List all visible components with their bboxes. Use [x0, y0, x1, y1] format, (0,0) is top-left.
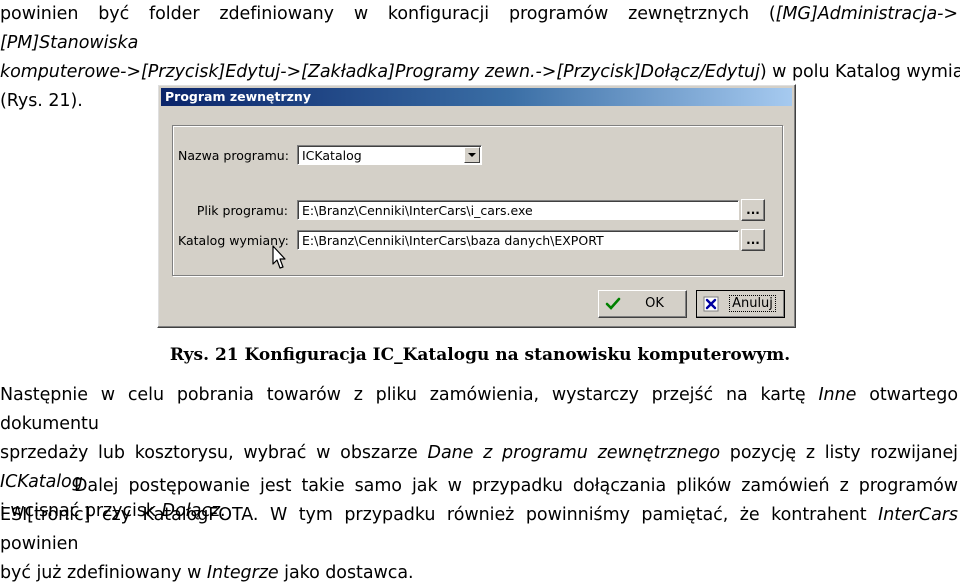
chevron-down-icon[interactable] [464, 147, 480, 163]
exchange-dir-input[interactable]: E:\Branz\Cenniki\InterCars\baza danych\E… [297, 230, 739, 250]
ok-label: OK [645, 296, 664, 311]
intro-text: powinien być folder zdefiniowany w konfi… [0, 4, 776, 24]
program-file-input[interactable]: E:\Branz\Cenniki\InterCars\i_cars.exe [297, 200, 739, 220]
menu-path-text: komputerowe->[Przycisk]Edytuj->[Zakładka… [0, 62, 760, 82]
paragraph-1-line-1: Następnie w celu pobrania towarów z plik… [0, 381, 958, 439]
text: powinien [0, 534, 79, 554]
check-icon [605, 297, 621, 310]
mouse-cursor-icon [272, 245, 286, 269]
paragraph-2-line-3: być już zdefiniowany w Integrze jako dos… [0, 559, 958, 588]
close-icon [703, 296, 719, 312]
text: Następnie w celu pobrania towarów z plik… [0, 385, 819, 405]
cancel-button[interactable]: Anuluj [696, 290, 785, 318]
figure-caption-text: Rys. 21 Konfiguracja IC_Katalogu na stan… [169, 345, 791, 365]
program-name-label: Nazwa programu: [178, 148, 289, 163]
intro-line-2: komputerowe->[Przycisk]Edytuj->[Zakładka… [0, 58, 960, 87]
program-name-value: ICKatalog [302, 148, 362, 163]
text: jako dostawca. [278, 563, 414, 583]
browse-exchange-dir-button[interactable]: ... [741, 229, 765, 251]
program-name-text: Integrze [206, 563, 279, 583]
ok-button[interactable]: OK [598, 290, 687, 318]
text: pozycję z listy rozwijanej [720, 443, 958, 463]
area-name-text: Dane z programu zewnętrznego [427, 443, 721, 463]
tab-name-text: Inne [818, 385, 857, 405]
browse-program-file-button[interactable]: ... [741, 199, 765, 221]
text: być już zdefiniowany w [0, 563, 207, 583]
paragraph-2-line-1: Dalej postępowanie jest takie samo jak w… [74, 476, 958, 496]
program-name-combo[interactable]: ICKatalog [297, 145, 482, 165]
text: sprzedaży lub kosztorysu, wybrać w obsza… [0, 443, 428, 463]
external-program-dialog: Program zewnętrzny Nazwa programu: ICKat… [157, 84, 796, 328]
intro-line-1: powinien być folder zdefiniowany w konfi… [0, 0, 958, 58]
cancel-label-wrap: Anuluj [725, 291, 780, 317]
program-file-label: Plik programu: [196, 203, 288, 218]
intro-text: ) w polu Katalog wymiany [759, 62, 960, 82]
text: ESI[tronic] czy KatalogFOTA. W tym przyp… [0, 505, 879, 525]
figure-caption: Rys. 21 Konfiguracja IC_Katalogu na stan… [0, 343, 960, 367]
contractor-name-text: InterCars [878, 505, 958, 525]
paragraph-2-line-2: ESI[tronic] czy KatalogFOTA. W tym przyp… [0, 501, 958, 559]
cancel-label: Anuluj [729, 295, 776, 312]
paragraph-2: Dalej postępowanie jest takie samo jak w… [0, 472, 958, 588]
dialog-titlebar: Program zewnętrzny [161, 88, 792, 106]
